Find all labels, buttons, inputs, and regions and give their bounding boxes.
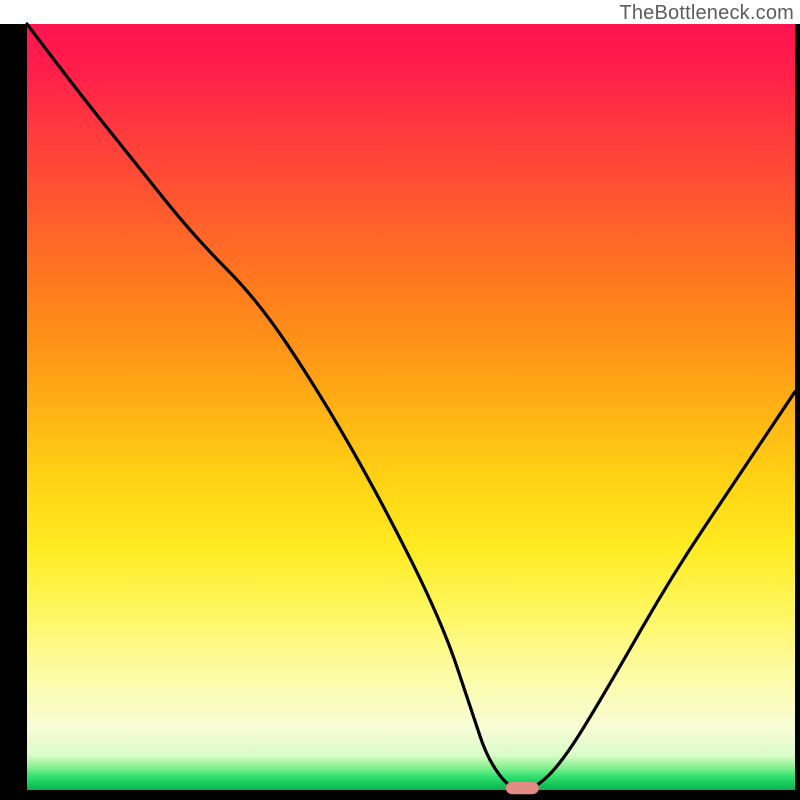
- plot-svg: [27, 24, 795, 790]
- chart-frame: TheBottleneck.com: [0, 0, 800, 800]
- plot-area: [27, 24, 795, 790]
- watermark-text: TheBottleneck.com: [619, 2, 794, 25]
- top-white-strip: TheBottleneck.com: [0, 0, 800, 24]
- bottleneck-curve: [27, 24, 795, 790]
- optimum-marker: [506, 782, 539, 794]
